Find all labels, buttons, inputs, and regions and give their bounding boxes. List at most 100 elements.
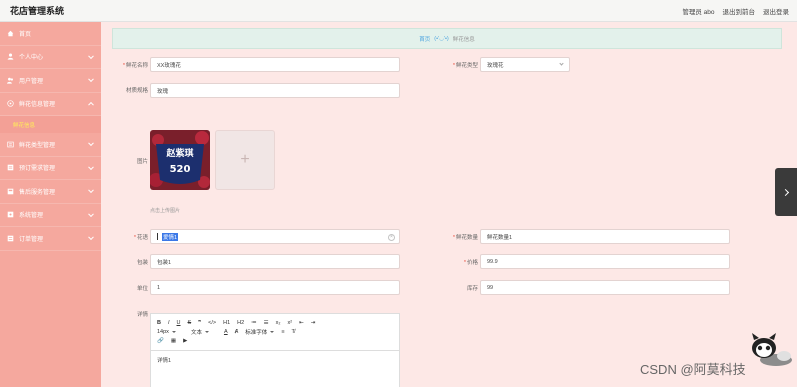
stock-input[interactable]: 99 xyxy=(480,280,730,295)
sidebar-item-orders[interactable]: 订单管理 xyxy=(0,227,101,251)
settings-icon xyxy=(7,211,14,218)
sidebar-item-home[interactable]: 首页 xyxy=(0,22,101,46)
price-input[interactable]: 99.9 xyxy=(480,254,730,269)
app-title: 花店管理系统 xyxy=(10,6,65,16)
flower-name-input[interactable]: XX玫瑰花 xyxy=(150,57,400,72)
font-family-select[interactable]: 标准字体 xyxy=(245,328,275,336)
italic-button[interactable]: I xyxy=(168,320,170,326)
heading2-button[interactable]: H2 xyxy=(237,320,244,326)
text-cursor xyxy=(157,233,158,240)
header-select[interactable]: 文本 xyxy=(191,328,209,336)
main-content: 首页 (•'◡'•) 鲜花信息 *鲜花名称 XX玫瑰花 *鲜花类型 玫瑰花 材质… xyxy=(101,22,797,387)
flower-quantity-input[interactable]: 鲜花数量1 xyxy=(480,229,730,244)
sidebar-subitem-flower-info[interactable]: 鲜花信息 xyxy=(0,116,101,133)
sidebar-item-label: 用户管理 xyxy=(19,78,44,85)
chevron-right-icon xyxy=(781,188,789,196)
superscript-button[interactable]: x² xyxy=(287,320,292,326)
packaging-label: 包装 xyxy=(136,260,148,266)
breadcrumb: 首页 (•'◡'•) 鲜花信息 xyxy=(112,28,782,49)
strike-button[interactable]: S xyxy=(188,320,192,326)
mascot-logo xyxy=(752,333,792,366)
caret-down-icon xyxy=(171,330,176,333)
watermark: CSDN @阿莫科技 xyxy=(640,362,746,377)
caret-down-icon xyxy=(204,330,209,333)
sidebar-item-booking[interactable]: 预订需求管理 xyxy=(0,157,101,180)
chevron-down-icon xyxy=(559,61,564,66)
order-icon xyxy=(7,235,14,242)
sidebar-item-label: 系统管理 xyxy=(19,213,44,220)
sidebar-item-label: 鲜花类型管理 xyxy=(19,142,56,149)
image-label: 图片 xyxy=(136,159,148,165)
sidebar-item-label: 售后服务管理 xyxy=(19,189,56,196)
underline-button[interactable]: U xyxy=(177,320,181,326)
admin-user-link[interactable]: 管理员 abo xyxy=(682,6,714,16)
bold-button[interactable]: B xyxy=(157,320,161,326)
packaging-input[interactable]: 包装1 xyxy=(150,254,400,269)
logout-link[interactable]: 退出登录 xyxy=(763,6,789,16)
thumb-text-line1: 赵紫琪 xyxy=(165,147,193,159)
image-upload-button[interactable]: + xyxy=(215,130,275,190)
flower-language-input[interactable]: 爱情1 × xyxy=(150,229,400,244)
unit-input[interactable]: 1 xyxy=(150,280,400,295)
users-icon xyxy=(7,77,14,84)
plus-icon: + xyxy=(240,151,250,168)
sidebar: 首页 个人中心 用户管理 鲜花信息管理 鲜花信息 鲜花类型管理 预订需求管理 售… xyxy=(0,22,101,387)
sidebar-item-profile[interactable]: 个人中心 xyxy=(0,46,101,69)
background-color-button[interactable]: Ⱥ xyxy=(235,329,239,335)
list-icon xyxy=(7,164,14,171)
font-color-button[interactable]: A xyxy=(224,329,228,335)
sidebar-item-label: 订单管理 xyxy=(19,236,44,243)
flower-image-thumbnail[interactable]: 赵紫琪 520 xyxy=(150,130,210,190)
service-icon xyxy=(7,188,14,195)
link-icon[interactable]: 🔗 xyxy=(157,338,164,344)
chevron-up-icon xyxy=(88,101,94,108)
flower-form: *鲜花名称 XX玫瑰花 *鲜花类型 玫瑰花 材质规格 玫瑰 图片 赵紫琪 520… xyxy=(112,53,782,387)
sidebar-item-label: 预订需求管理 xyxy=(19,166,56,173)
quote-button[interactable]: ❞ xyxy=(198,320,201,326)
stock-label: 库存 xyxy=(466,286,478,292)
breadcrumb-home[interactable]: 首页 xyxy=(419,35,430,43)
flower-type-select[interactable]: 玫瑰花 xyxy=(480,57,570,72)
caret-down-icon xyxy=(270,330,275,333)
sidebar-item-users[interactable]: 用户管理 xyxy=(0,69,101,93)
indent-button[interactable]: ⇥ xyxy=(311,320,316,326)
sidebar-item-after-sales[interactable]: 售后服务管理 xyxy=(0,180,101,204)
video-icon[interactable]: ▶ xyxy=(183,338,187,344)
chevron-down-icon xyxy=(88,53,94,59)
breadcrumb-separator: (•'◡'•) xyxy=(434,35,449,42)
rich-text-editor: B I U S ❞ </> H1 H2 ≔ ☰ x₂ x² ⇤ ⇥ 14px 文… xyxy=(150,313,400,387)
chevron-down-icon xyxy=(88,76,94,83)
chevron-down-icon xyxy=(88,187,94,194)
subscript-button[interactable]: x₂ xyxy=(276,320,281,326)
sidebar-item-label: 个人中心 xyxy=(19,55,44,62)
material-input[interactable]: 玫瑰 xyxy=(150,83,400,98)
editor-content[interactable]: 详情1 xyxy=(151,351,399,369)
price-label: *价格 xyxy=(463,260,478,266)
flower-quantity-label: *鲜花数量 xyxy=(452,235,478,241)
sidebar-item-flower-type[interactable]: 鲜花类型管理 xyxy=(0,133,101,157)
clear-icon[interactable]: × xyxy=(388,233,395,241)
ordered-list-button[interactable]: ≔ xyxy=(251,320,257,326)
exit-to-frontend-link[interactable]: 退出到前台 xyxy=(723,6,756,16)
code-block-button[interactable]: </> xyxy=(208,320,216,326)
flower-icon xyxy=(7,100,14,107)
breadcrumb-current: 鲜花信息 xyxy=(452,36,475,43)
unit-label: 单位 xyxy=(136,286,148,292)
top-bar: 花店管理系统 管理员 abo 退出到前台 退出登录 xyxy=(0,0,797,22)
detail-label: 详情 xyxy=(136,312,148,318)
flower-name-label: *鲜花名称 xyxy=(122,63,148,69)
chevron-down-icon xyxy=(88,140,94,147)
heading1-button[interactable]: H1 xyxy=(223,320,230,326)
chevron-down-icon xyxy=(88,234,94,241)
sidebar-item-system[interactable]: 系统管理 xyxy=(0,204,101,227)
sidebar-item-flower-info[interactable]: 鲜花信息管理 xyxy=(0,93,101,116)
clear-format-button[interactable]: T̸ xyxy=(292,329,295,335)
outdent-button[interactable]: ⇤ xyxy=(299,320,304,326)
font-size-select[interactable]: 14px xyxy=(157,329,176,335)
user-icon xyxy=(7,53,14,60)
home-icon xyxy=(7,30,14,37)
align-button[interactable]: ≡ xyxy=(281,329,284,335)
image-icon[interactable]: ▦ xyxy=(171,338,176,344)
bullet-list-button[interactable]: ☰ xyxy=(264,320,269,326)
side-panel-toggle[interactable] xyxy=(775,168,797,216)
